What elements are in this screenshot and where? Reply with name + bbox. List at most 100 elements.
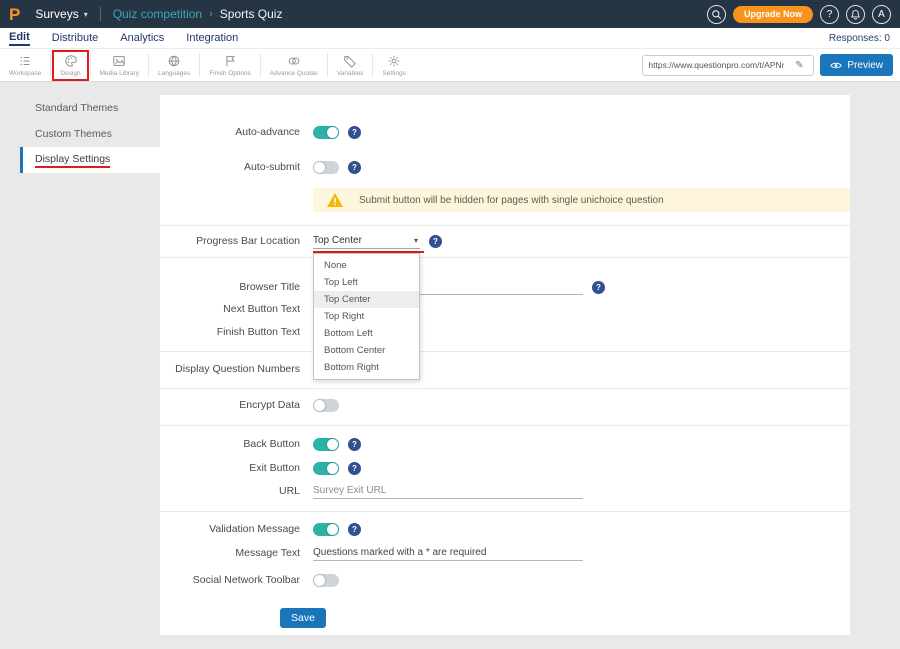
help-button[interactable]: ?: [820, 5, 839, 24]
toggle-knob: [327, 439, 338, 450]
flag-icon: [223, 54, 237, 68]
dropdown-option-top-right[interactable]: Top Right: [314, 308, 419, 325]
auto-submit-help-icon[interactable]: ?: [348, 161, 361, 174]
display-settings-panel: Auto-advance ? Auto-submit ? Submit butt…: [160, 95, 850, 635]
finish-button-text-row: Finish Button Text: [160, 322, 850, 342]
preview-button[interactable]: Preview: [820, 54, 893, 76]
toolbar-item-label: Finish Options: [209, 70, 251, 77]
bell-icon: [850, 9, 861, 20]
auto-submit-label: Auto-submit: [160, 161, 300, 173]
auto-advance-label: Auto-advance: [160, 126, 300, 138]
user-avatar[interactable]: A: [872, 5, 891, 24]
dropdown-option-bottom-right[interactable]: Bottom Right: [314, 359, 419, 376]
warning-icon: [326, 192, 344, 208]
toolbar-item-variables[interactable]: Variables: [328, 49, 373, 82]
display-question-numbers-row: Display Question Numbers: [160, 359, 850, 379]
auto-advance-row: Auto-advance ?: [160, 122, 850, 142]
tab-integration[interactable]: Integration: [186, 32, 238, 45]
toolbar-item-settings[interactable]: Settings: [373, 49, 415, 82]
toolbar-item-label: Workspace: [9, 70, 41, 77]
toolbar-item-label: Languages: [158, 70, 190, 77]
save-button[interactable]: Save: [280, 608, 326, 628]
validation-message-toggle[interactable]: [313, 523, 339, 536]
upgrade-now-button[interactable]: Upgrade Now: [733, 6, 813, 23]
tab-distribute[interactable]: Distribute: [52, 32, 98, 45]
progress-bar-row: Progress Bar Location Top Center ▾ ?: [160, 231, 850, 251]
topbar-divider: [100, 7, 101, 21]
tag-icon: [343, 54, 357, 68]
survey-nav: Edit Distribute Analytics Integration Re…: [0, 28, 900, 49]
toolbar-item-label: Media Library: [100, 70, 139, 77]
auto-submit-row: Auto-submit ?: [160, 157, 850, 177]
toolbar-item-advance-quotas[interactable]: Advance Quotas: [261, 49, 327, 82]
dropdown-option-bottom-left[interactable]: Bottom Left: [314, 325, 419, 342]
section-divider: [160, 388, 850, 389]
back-button-toggle[interactable]: [313, 438, 339, 451]
back-button-label: Back Button: [160, 438, 300, 450]
progress-bar-dropdown-menu: None Top Left Top Center Top Right Botto…: [313, 253, 420, 380]
dropdown-option-top-center[interactable]: Top Center: [314, 291, 419, 308]
survey-url-box: ✎: [642, 55, 814, 76]
encrypt-data-row: Encrypt Data: [160, 395, 850, 415]
edit-toolbar: Workspace Design Media Library Languages…: [0, 49, 900, 82]
validation-message-row: Validation Message ?: [160, 519, 850, 539]
social-toolbar-toggle[interactable]: [313, 574, 339, 587]
progress-bar-help-icon[interactable]: ?: [429, 235, 442, 248]
toolbar-item-label: Variables: [337, 70, 364, 77]
quotas-icon: [287, 54, 301, 68]
breadcrumb-current-page: Sports Quiz: [220, 7, 283, 21]
dropdown-option-none[interactable]: None: [314, 257, 419, 274]
social-toolbar-row: Social Network Toolbar: [160, 570, 850, 590]
validation-message-help-icon[interactable]: ?: [348, 523, 361, 536]
section-divider: [160, 351, 850, 352]
toggle-knob: [327, 463, 338, 474]
message-text-label: Message Text: [160, 547, 300, 559]
message-text-input[interactable]: [313, 545, 583, 561]
toolbar-item-languages[interactable]: Languages: [149, 49, 199, 82]
sidebar-item-custom-themes[interactable]: Custom Themes: [20, 121, 160, 147]
browser-title-help-icon[interactable]: ?: [592, 281, 605, 294]
toolbar-item-label: Settings: [382, 70, 406, 77]
toolbar-item-finish-options[interactable]: Finish Options: [200, 49, 260, 82]
auto-advance-toggle[interactable]: [313, 126, 339, 139]
next-button-text-row: Next Button Text: [160, 299, 850, 319]
social-toolbar-label: Social Network Toolbar: [160, 574, 300, 586]
auto-submit-toggle[interactable]: [313, 161, 339, 174]
sidebar-item-display-settings[interactable]: Display Settings: [20, 147, 160, 173]
notifications-button[interactable]: [846, 5, 865, 24]
section-divider: [160, 225, 850, 226]
dropdown-option-top-left[interactable]: Top Left: [314, 274, 419, 291]
exit-url-input[interactable]: [313, 483, 583, 499]
breadcrumb-survey-name[interactable]: Quiz competition: [113, 7, 202, 21]
validation-message-label: Validation Message: [160, 523, 300, 535]
finish-button-text-label: Finish Button Text: [160, 326, 300, 338]
progress-bar-select[interactable]: Top Center ▾: [313, 233, 420, 249]
encrypt-data-toggle[interactable]: [313, 399, 339, 412]
toggle-knob: [314, 162, 325, 173]
search-icon: [711, 9, 722, 20]
edit-url-icon[interactable]: ✎: [789, 60, 809, 71]
auto-advance-help-icon[interactable]: ?: [348, 126, 361, 139]
tab-analytics[interactable]: Analytics: [120, 32, 164, 45]
topbar-actions: Upgrade Now ? A: [707, 5, 891, 24]
topbar: P Surveys ▾ Quiz competition › Sports Qu…: [0, 0, 900, 28]
surveys-menu[interactable]: Surveys ▾: [35, 7, 87, 21]
toolbar-item-label: Advance Quotas: [270, 70, 318, 77]
toolbar-item-design[interactable]: Design: [51, 49, 89, 82]
exit-button-help-icon[interactable]: ?: [348, 462, 361, 475]
toggle-knob: [327, 524, 338, 535]
section-divider: [160, 257, 850, 258]
search-button[interactable]: [707, 5, 726, 24]
exit-button-toggle[interactable]: [313, 462, 339, 475]
dropdown-option-bottom-center[interactable]: Bottom Center: [314, 342, 419, 359]
back-button-help-icon[interactable]: ?: [348, 438, 361, 451]
browser-title-row: Browser Title ?: [160, 277, 850, 297]
toolbar-item-workspace[interactable]: Workspace: [0, 49, 50, 82]
toolbar-item-media-library[interactable]: Media Library: [91, 49, 148, 82]
tab-edit[interactable]: Edit: [9, 31, 30, 46]
chevron-down-icon: ▾: [84, 10, 88, 19]
message-text-row: Message Text: [160, 543, 850, 563]
survey-url-input[interactable]: [643, 60, 789, 70]
sidebar-item-standard-themes[interactable]: Standard Themes: [20, 95, 160, 121]
breadcrumb-separator: ›: [209, 8, 213, 20]
